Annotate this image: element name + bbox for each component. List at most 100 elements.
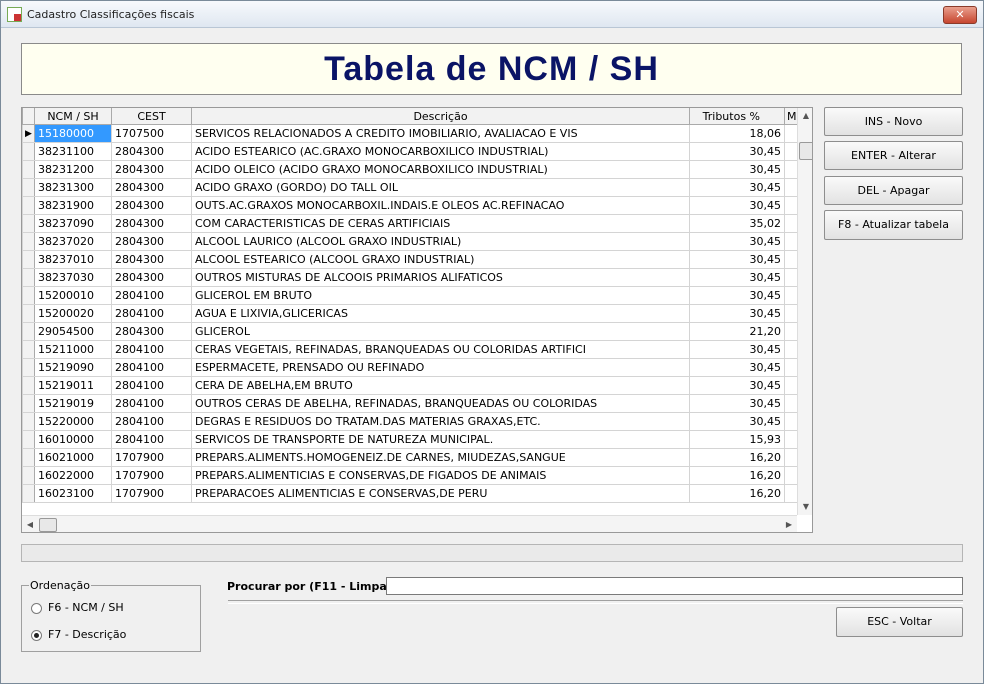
cell-tributos[interactable]: 30,45	[689, 268, 785, 287]
scroll-up-icon[interactable]: ▲	[798, 108, 812, 124]
cell-cest[interactable]: 2804100	[111, 412, 192, 431]
column-header-descricao[interactable]: Descrição	[191, 108, 690, 125]
search-input[interactable]	[386, 577, 963, 595]
cell-descricao[interactable]: ACIDO ESTEARICO (AC.GRAXO MONOCARBOXILIC…	[191, 142, 690, 161]
cell-tributos[interactable]: 18,06	[689, 124, 785, 143]
cell-tributos[interactable]: 30,45	[689, 358, 785, 377]
cell-cest[interactable]: 2804100	[111, 286, 192, 305]
cell-cest[interactable]: 2804100	[111, 304, 192, 323]
delete-button[interactable]: DEL - Apagar	[824, 176, 963, 205]
cell-cest[interactable]: 2804300	[111, 250, 192, 269]
cell-descricao[interactable]: OUTROS MISTURAS DE ALCOOIS PRIMARIOS ALI…	[191, 268, 690, 287]
cell-ncm[interactable]: 16022000	[34, 466, 112, 485]
cell-descricao[interactable]: ALCOOL LAURICO (ALCOOL GRAXO INDUSTRIAL)	[191, 232, 690, 251]
cell-cest[interactable]: 2804100	[111, 376, 192, 395]
cell-cest[interactable]: 2804300	[111, 322, 192, 341]
cell-ncm[interactable]: 38237020	[34, 232, 112, 251]
cell-cest[interactable]: 1707900	[111, 448, 192, 467]
cell-descricao[interactable]: SERVICOS DE TRANSPORTE DE NATUREZA MUNIC…	[191, 430, 690, 449]
horizontal-scroll-thumb[interactable]	[39, 518, 57, 532]
cell-descricao[interactable]: PREPARACOES ALIMENTICIAS E CONSERVAS,DE …	[191, 484, 690, 503]
table-row[interactable]: 15219019 2804100 OUTROS CERAS DE ABELHA, R…	[22, 394, 800, 413]
cell-descricao[interactable]: SERVICOS RELACIONADOS A CREDITO IMOBILIA…	[191, 124, 690, 143]
table-row[interactable]: 15200010 2804100 GLICEROL EM BRUTO 30,45	[22, 286, 800, 305]
cell-cest[interactable]: 2804300	[111, 232, 192, 251]
cell-descricao[interactable]: PREPARS.ALIMENTS.HOMOGENEIZ.DE CARNES, M…	[191, 448, 690, 467]
cell-descricao[interactable]: GLICEROL	[191, 322, 690, 341]
scroll-left-icon[interactable]: ◀	[22, 516, 38, 532]
radio-icon[interactable]	[31, 602, 42, 614]
cell-tributos[interactable]: 30,45	[689, 160, 785, 179]
cell-descricao[interactable]: ACIDO OLEICO (ACIDO GRAXO MONOCARBOXILIC…	[191, 160, 690, 179]
radio-checked-icon[interactable]	[31, 629, 42, 641]
refresh-table-button[interactable]: F8 - Atualizar tabela	[824, 210, 963, 240]
cell-cest[interactable]: 1707500	[111, 124, 192, 143]
cell-ncm[interactable]: 15211000	[34, 340, 112, 359]
cell-ncm[interactable]: 38237010	[34, 250, 112, 269]
vertical-scrollbar[interactable]: ▲ ▼	[797, 108, 812, 515]
table-row[interactable]: 15211000 2804100 CERAS VEGETAIS, REFINADAS…	[22, 340, 800, 359]
table-row[interactable]: 16010000 2804100 SERVICOS DE TRANSPORTE DE…	[22, 430, 800, 449]
cell-descricao[interactable]: DEGRAS E RESIDUOS DO TRATAM.DAS MATERIAS…	[191, 412, 690, 431]
vertical-scroll-thumb[interactable]	[799, 142, 812, 160]
table-row[interactable]: 15200020 2804100 AGUA E LIXIVIA,GLICERICAS…	[22, 304, 800, 323]
column-header-tributos[interactable]: Tributos %	[689, 108, 785, 125]
cell-ncm[interactable]: 16010000	[34, 430, 112, 449]
back-button[interactable]: ESC - Voltar	[836, 607, 963, 637]
table-row[interactable]: 16021000 1707900 PREPARS.ALIMENTS.HOMOGENE…	[22, 448, 800, 467]
new-button[interactable]: INS - Novo	[824, 107, 963, 136]
cell-cest[interactable]: 2804300	[111, 196, 192, 215]
cell-descricao[interactable]: CERAS VEGETAIS, REFINADAS, BRANQUEADAS O…	[191, 340, 690, 359]
edit-button[interactable]: ENTER - Alterar	[824, 141, 963, 170]
column-header-cest[interactable]: CEST	[111, 108, 192, 125]
ncm-grid[interactable]: NCM / SH CEST Descrição Tributos % M ▶ 15…	[21, 107, 813, 533]
cell-tributos[interactable]: 15,93	[689, 430, 785, 449]
cell-tributos[interactable]: 21,20	[689, 322, 785, 341]
scroll-right-icon[interactable]: ▶	[781, 516, 797, 532]
cell-tributos[interactable]: 30,45	[689, 340, 785, 359]
table-row[interactable]: 38231200 2804300 ACIDO OLEICO (ACIDO GRAXO…	[22, 160, 800, 179]
cell-cest[interactable]: 2804100	[111, 430, 192, 449]
cell-tributos[interactable]: 30,45	[689, 250, 785, 269]
cell-cest[interactable]: 1707900	[111, 466, 192, 485]
horizontal-scrollbar[interactable]: ◀ ▶	[22, 515, 797, 532]
cell-cest[interactable]: 2804100	[111, 340, 192, 359]
cell-descricao[interactable]: ACIDO GRAXO (GORDO) DO TALL OIL	[191, 178, 690, 197]
cell-ncm[interactable]: 15219019	[34, 394, 112, 413]
cell-ncm[interactable]: 15200010	[34, 286, 112, 305]
cell-ncm[interactable]: 38231200	[34, 160, 112, 179]
cell-tributos[interactable]: 16,20	[689, 466, 785, 485]
cell-tributos[interactable]: 30,45	[689, 142, 785, 161]
cell-ncm[interactable]: 16023100	[34, 484, 112, 503]
table-row[interactable]: 15219011 2804100 CERA DE ABELHA,EM BRUTO 30…	[22, 376, 800, 395]
cell-descricao[interactable]: COM CARACTERISTICAS DE CERAS ARTIFICIAIS	[191, 214, 690, 233]
cell-tributos[interactable]: 30,45	[689, 196, 785, 215]
cell-tributos[interactable]: 30,45	[689, 376, 785, 395]
cell-descricao[interactable]: OUTROS CERAS DE ABELHA, REFINADAS, BRANQ…	[191, 394, 690, 413]
table-row[interactable]: ▶ 15180000 1707500 SERVICOS RELACIONADOS A …	[22, 124, 800, 143]
table-row[interactable]: 38237030 2804300 OUTROS MISTURAS DE ALCOOI…	[22, 268, 800, 287]
cell-cest[interactable]: 2804300	[111, 268, 192, 287]
table-row[interactable]: 15220000 2804100 DEGRAS E RESIDUOS DO TRAT…	[22, 412, 800, 431]
column-header-ncm[interactable]: NCM / SH	[34, 108, 112, 125]
cell-tributos[interactable]: 16,20	[689, 448, 785, 467]
cell-ncm[interactable]: 38231300	[34, 178, 112, 197]
cell-cest[interactable]: 2804100	[111, 394, 192, 413]
cell-tributos[interactable]: 16,20	[689, 484, 785, 503]
cell-ncm[interactable]: 15219090	[34, 358, 112, 377]
close-button[interactable]: ✕	[943, 6, 977, 24]
cell-tributos[interactable]: 35,02	[689, 214, 785, 233]
table-row[interactable]: 16022000 1707900 PREPARS.ALIMENTICIAS E CO…	[22, 466, 800, 485]
cell-ncm[interactable]: 38237030	[34, 268, 112, 287]
table-row[interactable]: 29054500 2804300 GLICEROL 21,20	[22, 322, 800, 341]
cell-tributos[interactable]: 30,45	[689, 304, 785, 323]
cell-descricao[interactable]: OUTS.AC.GRAXOS MONOCARBOXIL.INDAIS.E OLE…	[191, 196, 690, 215]
cell-ncm[interactable]: 29054500	[34, 322, 112, 341]
table-row[interactable]: 15219090 2804100 ESPERMACETE, PRENSADO OU …	[22, 358, 800, 377]
cell-ncm[interactable]: 15220000	[34, 412, 112, 431]
cell-tributos[interactable]: 30,45	[689, 232, 785, 251]
sort-option-descricao[interactable]: F7 - Descrição	[31, 628, 126, 641]
cell-descricao[interactable]: AGUA E LIXIVIA,GLICERICAS	[191, 304, 690, 323]
cell-cest[interactable]: 1707900	[111, 484, 192, 503]
table-row[interactable]: 16023100 1707900 PREPARACOES ALIMENTICIAS …	[22, 484, 800, 503]
